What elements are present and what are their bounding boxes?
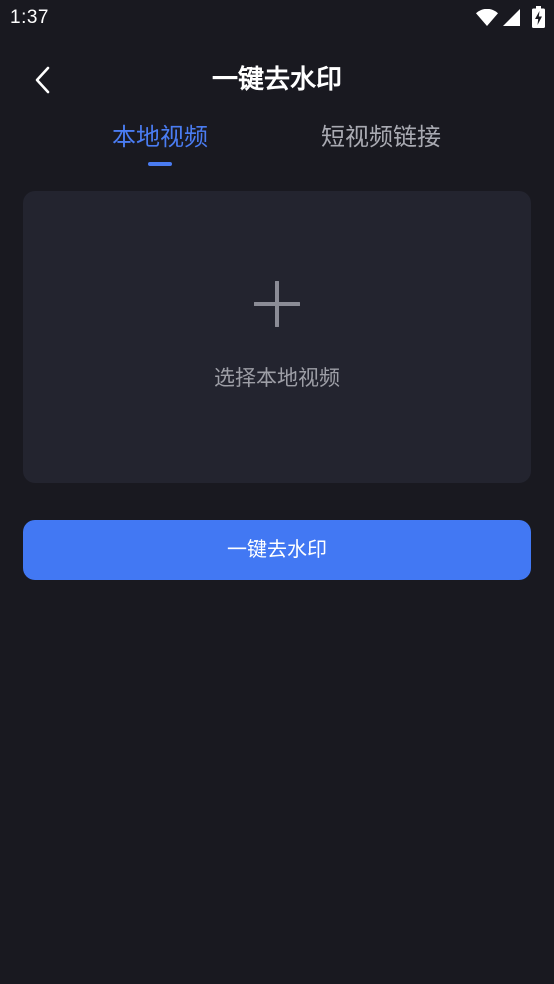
battery-charging-icon — [532, 6, 545, 28]
back-button[interactable] — [26, 60, 60, 100]
tab-local-video[interactable]: 本地视频 — [90, 118, 230, 158]
status-bar: 1:37 — [0, 0, 554, 36]
plus-icon — [254, 281, 300, 327]
status-time: 1:37 — [10, 7, 49, 28]
select-local-video-card[interactable]: 选择本地视频 — [23, 191, 531, 483]
chevron-left-icon — [35, 66, 50, 94]
wifi-icon — [476, 9, 498, 26]
select-local-video-label: 选择本地视频 — [214, 367, 340, 390]
remove-watermark-button[interactable]: 一键去水印 — [23, 520, 531, 580]
screen: 1:37 一键去水印 本地视频 短视频链接 选择本地视频 一键去水印 — [0, 0, 554, 984]
page-title: 一键去水印 — [211, 64, 342, 94]
active-tab-indicator — [148, 162, 172, 166]
signal-icon — [503, 9, 520, 26]
tab-short-video-link[interactable]: 短视频链接 — [306, 118, 456, 158]
